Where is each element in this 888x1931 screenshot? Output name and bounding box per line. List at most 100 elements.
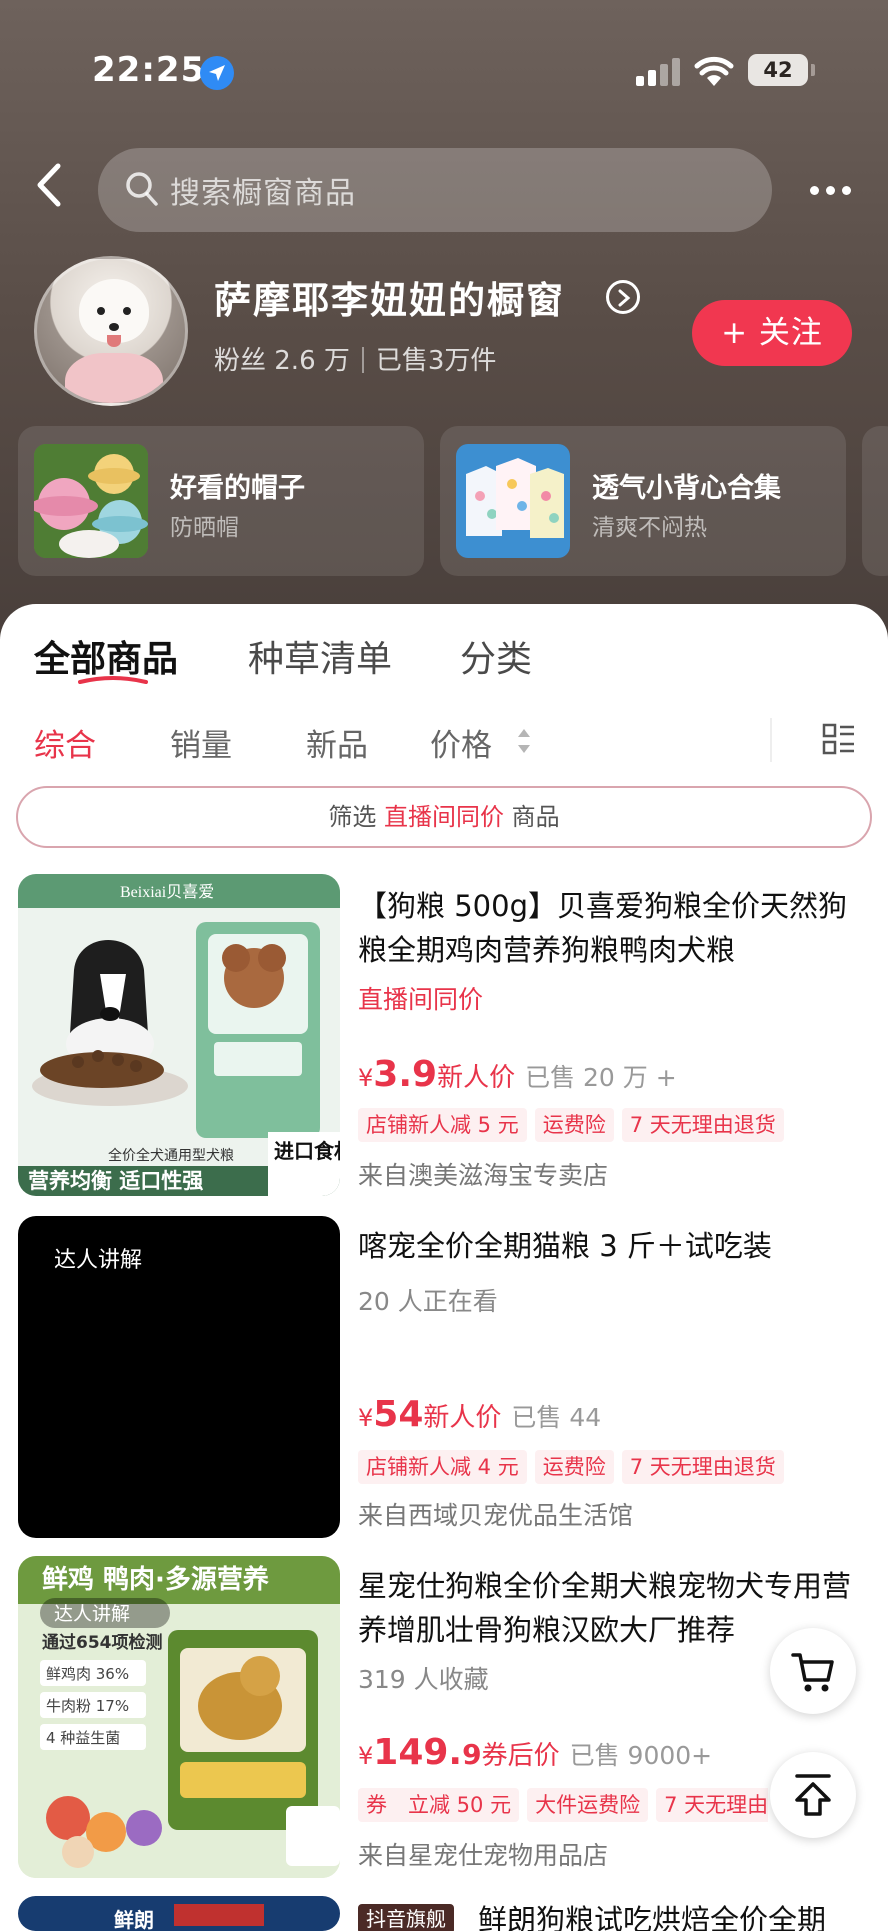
product-meta: 直播间同价 <box>358 985 484 1014</box>
product-image-row: 鲜鸡肉 36% <box>46 1665 129 1683</box>
collection-subtitle: 清爽不闷热 <box>592 515 707 541</box>
sort-divider <box>770 718 772 762</box>
promo-tag: 券 立减 50 元 <box>358 1788 520 1822</box>
location-arrow-icon <box>200 56 234 90</box>
search-icon <box>126 172 158 206</box>
video-label: 达人讲解 <box>54 1248 143 1273</box>
sort-new[interactable]: 新品 <box>306 720 368 765</box>
product-tags: 店铺新人减 5 元运费险 7 天无理由退货 <box>358 1108 792 1142</box>
search-placeholder: 搜索橱窗商品 <box>170 176 356 211</box>
product-title[interactable]: 【狗粮 500g】贝喜爱狗粮全价天然狗粮全期鸡肉营养狗粮鸭肉犬粮 <box>358 884 858 972</box>
sold-count: 已售 20 万 + <box>525 1063 677 1092</box>
avatar-dog-nose <box>109 323 119 331</box>
product-image[interactable]: Beixiai贝喜爱 全价全犬通用型犬粮 营养均衡 适口性强 进口食材 <box>18 874 340 1196</box>
sort-price[interactable]: 价格 <box>430 720 492 765</box>
collection-card-hats[interactable]: 好看的帽子 防晒帽 <box>18 426 424 576</box>
product-tags: 券 立减 50 元大件运费险7 天无理由退 <box>358 1788 768 1822</box>
product-title[interactable]: 喀宠全价全期猫粮 3 斤＋试吃装 <box>358 1224 858 1268</box>
search-input[interactable]: 搜索橱窗商品 <box>98 148 772 232</box>
battery-indicator: 42 <box>748 54 808 86</box>
promo-tag: 运费险 <box>534 1450 614 1484</box>
promo-tag: 店铺新人减 5 元 <box>358 1108 527 1142</box>
product-image-caption-small: 全价全犬通用型犬粮 <box>108 1147 234 1164</box>
filter-highlight: 直播间同价 <box>384 803 504 831</box>
promo-tag: 7 天无理由退货 <box>621 1108 784 1142</box>
follow-button[interactable]: + 关注 <box>692 300 852 366</box>
product-store[interactable]: 来自星宠仕宠物用品店 <box>358 1836 608 1872</box>
collection-card-vests[interactable]: 透气小背心合集 清爽不闷热 <box>440 426 846 576</box>
tab-category[interactable]: 分类 <box>460 630 532 682</box>
product-image-brand: Beixiai贝喜爱 <box>120 883 214 901</box>
shop-name[interactable]: 萨摩耶李妞妞的橱窗 <box>214 270 565 324</box>
fans-count: 粉丝 2.6 万 <box>214 346 350 376</box>
back-button[interactable] <box>34 162 74 212</box>
collection-title: 透气小背心合集 <box>592 473 781 504</box>
price-value: 3.9 <box>373 1054 438 1095</box>
product-price: ¥149.9券后价 已售 9000+ <box>358 1732 712 1773</box>
product-image-certificate <box>174 1904 264 1926</box>
list-view-toggle-icon[interactable] <box>822 722 856 756</box>
filter-suffix: 商品 <box>511 803 560 831</box>
price-value: 54 <box>373 1394 424 1435</box>
product-image-sub: 通过654项检测 <box>42 1632 163 1653</box>
product-meta: 20 人正在看 <box>358 1287 498 1316</box>
status-bar: 22:25 42 <box>0 0 888 140</box>
avatar-dog-shirt <box>65 353 163 403</box>
product-image-badge: 进口食材 <box>274 1139 340 1163</box>
back-to-top-button[interactable] <box>770 1752 856 1838</box>
sold-count: 已售 9000+ <box>569 1741 713 1770</box>
price-currency: ¥ <box>358 1404 374 1432</box>
sold-count: 已售 44 <box>511 1403 602 1432</box>
price-label: 新人价 <box>423 1403 502 1433</box>
shopping-cart-icon <box>791 1653 834 1692</box>
product-store[interactable]: 来自西域贝宠优品生活馆 <box>358 1496 633 1532</box>
price-sort-arrows-icon <box>518 729 530 753</box>
avatar-dog-eye <box>97 307 105 315</box>
cellular-signal-icon <box>636 56 680 86</box>
live-price-filter-button[interactable]: 筛选 直播间同价 商品 <box>16 786 872 848</box>
product-meta: 319 人收藏 <box>358 1665 489 1694</box>
avatar-dog-tongue <box>107 335 121 347</box>
price-label: 新人价 <box>437 1063 516 1093</box>
wifi-icon <box>694 56 734 86</box>
promo-tag: 大件运费险 <box>527 1788 649 1822</box>
product-image-caption: 营养均衡 适口性强 <box>28 1169 203 1193</box>
shop-info-arrow-icon[interactable] <box>606 280 640 314</box>
chevron-left-icon <box>37 163 61 207</box>
price-decimal: 9 <box>462 1738 482 1771</box>
sort-comprehensive[interactable]: 综合 <box>34 720 96 765</box>
collection-subtitle: 防晒帽 <box>170 515 239 541</box>
promo-tag: 店铺新人减 4 元 <box>358 1450 527 1484</box>
sold-count: 已售3万件 <box>375 346 497 376</box>
back-to-top-icon <box>795 1774 831 1816</box>
price-label: 券后价 <box>481 1741 560 1771</box>
active-tab-underline <box>78 676 148 684</box>
product-price: ¥54新人价 已售 44 <box>358 1394 601 1435</box>
product-image-row: 牛肉粉 17% <box>46 1697 129 1715</box>
stats-divider <box>361 347 364 373</box>
tab-recommend-list[interactable]: 种草清单 <box>248 630 392 682</box>
product-title[interactable]: 鲜朗狗粮试吃烘焙全价全期 <box>478 1898 878 1931</box>
price-currency: ¥ <box>358 1064 374 1092</box>
product-store[interactable]: 来自澳美滋海宝专卖店 <box>358 1156 608 1192</box>
filter-prefix: 筛选 <box>328 803 377 831</box>
collection-card-peek[interactable] <box>862 426 888 576</box>
product-tags: 店铺新人减 4 元运费险 7 天无理由退货 <box>358 1450 792 1484</box>
more-options-button[interactable] <box>806 172 856 208</box>
product-video[interactable]: 达人讲解 <box>18 1216 340 1538</box>
product-image-overlay: 达人讲解 <box>54 1603 130 1625</box>
price-value: 149. <box>373 1732 463 1773</box>
product-image-headline: 鲜鸡 鸭肉·多源营养 <box>42 1564 269 1595</box>
cart-button[interactable] <box>770 1628 856 1714</box>
shop-stats: 粉丝 2.6 万已售3万件 <box>214 340 496 377</box>
avatar-dog-eye <box>123 307 131 315</box>
product-image-brand: 鲜朗 <box>114 1908 154 1931</box>
sort-sales[interactable]: 销量 <box>170 720 232 765</box>
status-time: 22:25 <box>92 50 206 90</box>
promo-tag: 运费险 <box>534 1108 614 1142</box>
product-image[interactable]: 鲜朗 <box>18 1896 340 1931</box>
shop-avatar[interactable] <box>34 256 188 406</box>
promo-tag: 7 天无理由退货 <box>621 1450 784 1484</box>
product-price: ¥3.9新人价 已售 20 万 + <box>358 1054 677 1095</box>
product-image[interactable]: 鲜鸡 鸭肉·多源营养 达人讲解 通过654项检测 鲜鸡肉 36% 牛肉粉 17%… <box>18 1556 340 1878</box>
